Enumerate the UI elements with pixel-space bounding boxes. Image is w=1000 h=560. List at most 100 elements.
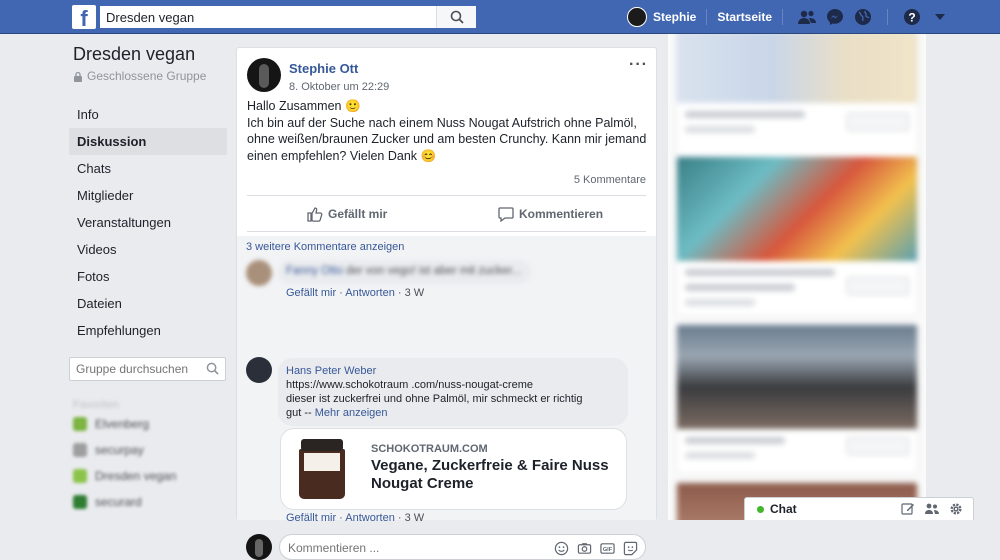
nav-divider — [887, 9, 889, 25]
nav-item-chats[interactable]: Chats — [69, 155, 227, 182]
comment-actions: Gefällt mir · Antworten · 3 W — [286, 512, 425, 524]
comment-age: 3 W — [404, 287, 425, 299]
group-name[interactable]: Dresden vegan — [73, 44, 227, 65]
search-input[interactable] — [100, 6, 435, 28]
comment-author[interactable]: Fanny Otto — [286, 265, 343, 277]
group-search-input[interactable] — [70, 358, 200, 380]
user-avatar[interactable] — [627, 7, 647, 27]
divider — [247, 195, 646, 196]
facebook-logo[interactable]: f — [72, 5, 96, 29]
post-body: Hallo Zusammen 🙂 Ich bin auf der Suche n… — [247, 99, 647, 163]
globe-icon[interactable] — [851, 5, 875, 29]
comment-count[interactable]: 5 Kommentare — [574, 174, 646, 186]
comment-label: Kommentieren — [519, 207, 604, 221]
gif-icon[interactable]: GIF — [598, 539, 616, 557]
nav-divider — [782, 9, 784, 25]
search-icon[interactable] — [206, 362, 219, 375]
new-group-icon[interactable] — [923, 500, 941, 518]
suggested-group-card[interactable] — [676, 324, 918, 474]
group-post: Stephie Ott 8. Oktober um 22:29 ··· Hall… — [236, 47, 657, 560]
comment-bubble: Fanny Otto der von vego! ist aber mit zu… — [278, 260, 531, 284]
comment-button[interactable]: Kommentieren — [498, 203, 603, 225]
favorite-label: Dresden vegan — [95, 469, 177, 483]
commenter-avatar[interactable] — [246, 260, 272, 286]
nav-item-dateien[interactable]: Dateien — [69, 290, 227, 317]
home-link[interactable]: Startseite — [717, 10, 772, 24]
comment-url[interactable]: https://www.schokotraum .com/nuss-nougat… — [286, 378, 620, 392]
search-icon — [450, 10, 464, 24]
composer-icons: GIF — [547, 539, 639, 557]
camera-icon[interactable] — [575, 539, 593, 557]
favorite-label: securard — [95, 495, 142, 509]
help-icon[interactable]: ? — [900, 5, 924, 29]
chat-label: Chat — [770, 502, 797, 516]
suggested-group-image — [677, 325, 917, 429]
comment-like-link[interactable]: Gefällt mir — [286, 287, 336, 299]
comment-like-link[interactable]: Gefällt mir — [286, 512, 336, 524]
caret-down-icon[interactable] — [928, 5, 952, 29]
suggested-groups-column — [668, 34, 926, 520]
group-icon — [73, 495, 87, 509]
nav-item-diskussion[interactable]: Diskussion — [69, 128, 227, 155]
suggested-group-card[interactable] — [676, 34, 918, 166]
favorite-label: Elvenberg — [95, 417, 150, 431]
comment-composer: GIF — [279, 534, 646, 560]
suggested-group-card[interactable] — [676, 156, 918, 316]
chat-bar[interactable]: Chat — [744, 497, 974, 520]
messenger-icon[interactable] — [823, 5, 847, 29]
global-search — [100, 6, 476, 28]
comment-reply-link[interactable]: Antworten — [345, 287, 395, 299]
like-label: Gefällt mir — [328, 207, 388, 221]
emoji-icon[interactable] — [552, 539, 570, 557]
favorite-item[interactable]: Elvenberg — [69, 411, 227, 437]
group-privacy-label: Geschlossene Gruppe — [87, 69, 207, 83]
comment-input[interactable] — [288, 539, 528, 556]
sticker-icon[interactable] — [621, 539, 639, 557]
compose-message-icon[interactable] — [899, 500, 917, 518]
svg-text:GIF: GIF — [602, 546, 612, 552]
commenter-avatar[interactable] — [246, 357, 272, 383]
top-navigation-bar: f Stephie Startseite ? — [0, 0, 1000, 34]
more-options-icon[interactable]: ··· — [629, 56, 648, 74]
comment-text: dieser ist zuckerfrei und ohne Palmöl, m… — [286, 393, 583, 405]
nav-item-empfehlungen[interactable]: Empfehlungen — [69, 317, 227, 344]
more-comments-link[interactable]: 3 weitere Kommentare anzeigen — [246, 241, 404, 253]
group-icon — [73, 417, 87, 431]
suggested-group-image — [677, 157, 917, 261]
group-search — [69, 357, 226, 381]
comment-actions: Gefällt mir · Antworten · 3 W — [286, 287, 425, 299]
product-image — [299, 439, 345, 499]
nav-item-videos[interactable]: Videos — [69, 236, 227, 263]
settings-gear-icon[interactable] — [947, 500, 965, 518]
nav-item-info[interactable]: Info — [69, 101, 227, 128]
nav-item-fotos[interactable]: Fotos — [69, 263, 227, 290]
author-avatar[interactable] — [247, 58, 281, 92]
divider — [247, 231, 646, 232]
search-button[interactable] — [436, 6, 476, 28]
comments-section: 3 weitere Kommentare anzeigen Fanny Otto… — [237, 236, 656, 560]
comment-bubble: Hans Peter Weber https://www.schokotraum… — [278, 358, 628, 426]
nav-item-veranstaltungen[interactable]: Veranstaltungen — [69, 209, 227, 236]
comment-reply-link[interactable]: Antworten — [345, 512, 395, 524]
friends-icon[interactable] — [795, 5, 819, 29]
my-avatar — [246, 534, 272, 560]
comment-text-cont: gut -- — [286, 407, 312, 419]
comment-icon — [498, 207, 514, 222]
profile-link[interactable]: Stephie — [653, 10, 696, 24]
group-privacy: Geschlossene Gruppe — [73, 69, 227, 83]
lock-icon — [74, 71, 82, 82]
author-name[interactable]: Stephie Ott — [289, 61, 389, 76]
see-more-link[interactable]: Mehr anzeigen — [315, 407, 388, 419]
nav-right: Stephie Startseite ? — [627, 5, 954, 29]
group-icon — [73, 443, 87, 457]
comment-author[interactable]: Hans Peter Weber — [286, 364, 620, 378]
post-timestamp[interactable]: 8. Oktober um 22:29 — [289, 81, 389, 93]
nav-divider — [706, 9, 708, 25]
comment-age: 3 W — [404, 512, 425, 524]
nav-item-mitglieder[interactable]: Mitglieder — [69, 182, 227, 209]
favorite-item[interactable]: securpay — [69, 437, 227, 463]
favorite-item[interactable]: Dresden vegan — [69, 463, 227, 489]
link-preview-card[interactable]: SCHOKOTRAUM.COM Vegane, Zuckerfreie & Fa… — [280, 428, 627, 510]
favorite-item[interactable]: securard — [69, 489, 227, 515]
like-button[interactable]: Gefällt mir — [307, 203, 387, 225]
